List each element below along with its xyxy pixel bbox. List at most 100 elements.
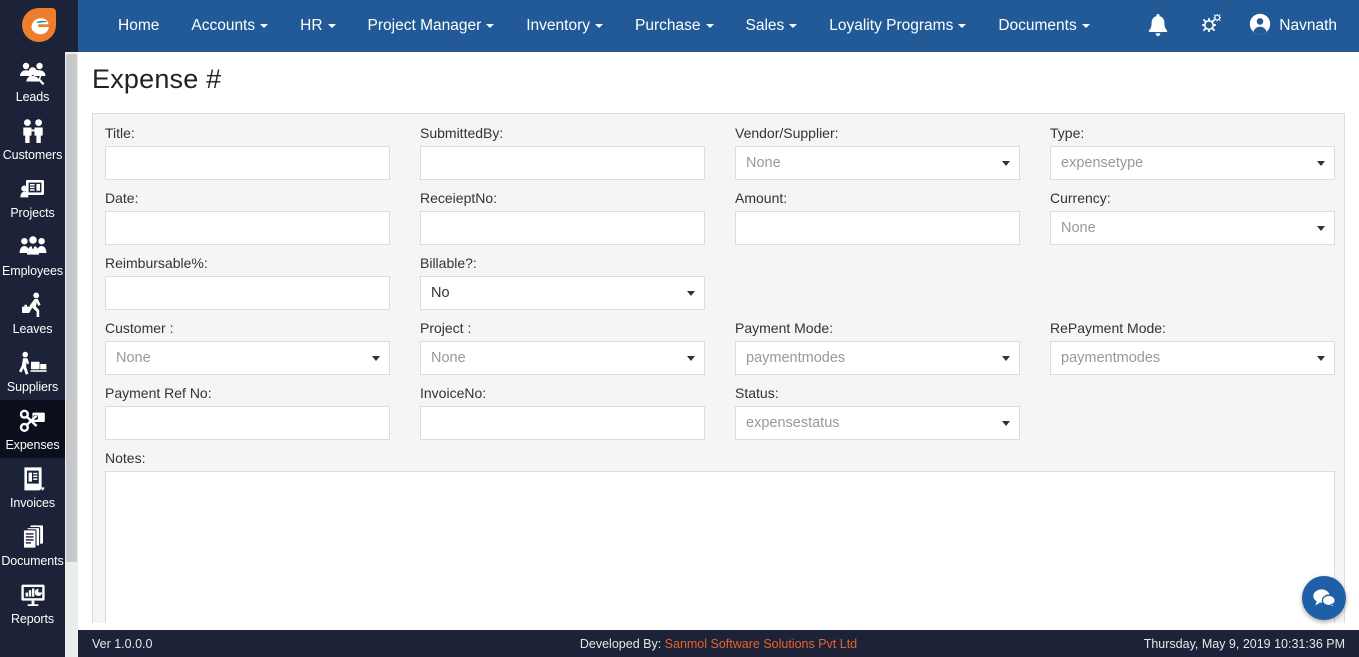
nav-item-home[interactable]: Home bbox=[102, 0, 175, 52]
repaymentmode-select[interactable]: paymentmodes bbox=[1050, 341, 1335, 375]
sidebar-item-employees[interactable]: Employees bbox=[0, 226, 65, 284]
bell-icon[interactable] bbox=[1147, 14, 1169, 38]
nav-item-sales[interactable]: Sales bbox=[730, 0, 814, 52]
status-select-value: expensestatus bbox=[746, 415, 840, 431]
type-select[interactable]: expensetype bbox=[1050, 146, 1335, 180]
sidebar-item-label: Customers bbox=[2, 148, 63, 162]
nav-item-hr[interactable]: HR bbox=[284, 0, 351, 52]
project-select[interactable]: None bbox=[420, 341, 705, 375]
suppliers-icon bbox=[16, 348, 50, 378]
app-logo[interactable] bbox=[0, 0, 78, 52]
nav-item-loyality-programs[interactable]: Loyality Programs bbox=[813, 0, 982, 52]
billable-select[interactable]: No bbox=[420, 276, 705, 310]
sidebar-scrollbar-thumb[interactable] bbox=[66, 54, 77, 562]
field-payment-mode: Payment Mode: paymentmodes bbox=[735, 319, 1020, 375]
sidebar-item-customers[interactable]: Customers bbox=[0, 110, 65, 168]
chevron-down-icon bbox=[327, 24, 336, 28]
chevron-down-icon bbox=[1002, 421, 1010, 426]
date-input[interactable] bbox=[105, 211, 390, 245]
field-submitted-by: SubmittedBy: bbox=[420, 124, 705, 180]
field-label: RePayment Mode: bbox=[1050, 320, 1166, 336]
customer-select[interactable]: None bbox=[105, 341, 390, 375]
nav-item-inventory[interactable]: Inventory bbox=[510, 0, 619, 52]
page-content: Expense # Title: SubmittedBy: Vendor/Sup… bbox=[78, 52, 1359, 630]
field-label: Notes: bbox=[105, 450, 146, 466]
chevron-down-icon bbox=[1317, 226, 1325, 231]
field-label: Payment Mode: bbox=[735, 320, 834, 336]
field-receipt-no: ReceieptNo: bbox=[420, 189, 705, 245]
sidebar-item-label: Expenses bbox=[5, 438, 60, 452]
field-label: Date: bbox=[105, 190, 139, 206]
sidebar-item-invoices[interactable]: Invoices bbox=[0, 458, 65, 516]
application-window: Leads Customers Projects Employees Leaves Sup… bbox=[0, 0, 1359, 657]
currency-select-value: None bbox=[1061, 220, 1096, 236]
field-label: Payment Ref No: bbox=[105, 385, 212, 401]
chevron-down-icon bbox=[1317, 161, 1325, 166]
field-vendor-supplier: Vendor/Supplier: None bbox=[735, 124, 1020, 180]
nav-item-project-manager[interactable]: Project Manager bbox=[352, 0, 511, 52]
sidebar-item-label: Reports bbox=[10, 612, 55, 626]
field-label: Amount: bbox=[735, 190, 788, 206]
field-label: SubmittedBy: bbox=[420, 125, 504, 141]
sidebar-item-projects[interactable]: Projects bbox=[0, 168, 65, 226]
amount-input[interactable] bbox=[735, 211, 1020, 245]
chat-bubble-icon[interactable] bbox=[1302, 576, 1346, 620]
user-name: Navnath bbox=[1279, 17, 1337, 34]
documents-icon bbox=[16, 522, 50, 552]
invoices-icon bbox=[16, 464, 50, 494]
gears-icon[interactable] bbox=[1195, 14, 1223, 38]
sidebar-item-leaves[interactable]: Leaves bbox=[0, 284, 65, 342]
chevron-down-icon bbox=[1002, 356, 1010, 361]
nav-item-accounts[interactable]: Accounts bbox=[175, 0, 284, 52]
nav-item-label: Documents bbox=[998, 17, 1077, 34]
sidebar-item-leads[interactable]: Leads bbox=[0, 52, 65, 110]
field-payment-ref-no: Payment Ref No: bbox=[105, 384, 390, 440]
field-amount: Amount: bbox=[735, 189, 1020, 245]
field-label: Type: bbox=[1050, 125, 1085, 141]
receiptno-input[interactable] bbox=[420, 211, 705, 245]
field-project: Project : None bbox=[420, 319, 705, 375]
submittedby-input[interactable] bbox=[420, 146, 705, 180]
reports-icon bbox=[16, 580, 50, 610]
paymentrefno-input[interactable] bbox=[105, 406, 390, 440]
chevron-down-icon bbox=[372, 356, 380, 361]
developed-by-prefix: Developed By: bbox=[579, 636, 665, 651]
title-input[interactable] bbox=[105, 146, 390, 180]
sidebar-item-documents[interactable]: Documents bbox=[0, 516, 65, 574]
field-notes: Notes: bbox=[105, 449, 1335, 623]
field-type: Type: expensetype bbox=[1050, 124, 1335, 180]
field-repayment-mode: RePayment Mode: paymentmodes bbox=[1050, 319, 1335, 375]
field-customer: Customer : None bbox=[105, 319, 390, 375]
reimbursable-input[interactable] bbox=[105, 276, 390, 310]
project-select-value: None bbox=[431, 350, 466, 366]
field-reimbursable: Reimbursable%: bbox=[105, 254, 390, 310]
field-label: Title: bbox=[105, 125, 135, 141]
paymentmode-select-value: paymentmodes bbox=[746, 350, 846, 366]
nav-item-label: Sales bbox=[745, 17, 785, 34]
invoiceno-input[interactable] bbox=[420, 406, 705, 440]
field-invoice-no: InvoiceNo: bbox=[420, 384, 705, 440]
nav-item-label: Home bbox=[118, 17, 160, 34]
sidebar-item-suppliers[interactable]: Suppliers bbox=[0, 342, 65, 400]
currency-select[interactable]: None bbox=[1050, 211, 1335, 245]
nav-item-documents[interactable]: Documents bbox=[982, 0, 1105, 52]
nav-item-label: Purchase bbox=[635, 17, 701, 34]
expenses-icon bbox=[16, 406, 50, 436]
user-avatar-icon bbox=[1249, 13, 1271, 40]
sidebar-item-expenses[interactable]: Expenses bbox=[0, 400, 65, 458]
status-select[interactable]: expensestatus bbox=[735, 406, 1020, 440]
field-label: Status: bbox=[735, 385, 779, 401]
user-menu[interactable]: Navnath bbox=[1249, 13, 1337, 40]
notes-textarea[interactable] bbox=[105, 471, 1335, 623]
vendor-select[interactable]: None bbox=[735, 146, 1020, 180]
nav-item-label: Accounts bbox=[191, 17, 256, 34]
type-select-value: expensetype bbox=[1061, 155, 1144, 171]
projects-icon bbox=[16, 174, 50, 204]
developer-link[interactable]: Sanmol Software Solutions Pvt Ltd bbox=[665, 637, 857, 651]
sidebar-item-reports[interactable]: Reports bbox=[0, 574, 65, 632]
chevron-down-icon bbox=[958, 24, 967, 28]
field-label: Project : bbox=[420, 320, 472, 336]
paymentmode-select[interactable]: paymentmodes bbox=[735, 341, 1020, 375]
employees-icon bbox=[16, 232, 50, 262]
nav-item-purchase[interactable]: Purchase bbox=[619, 0, 729, 52]
